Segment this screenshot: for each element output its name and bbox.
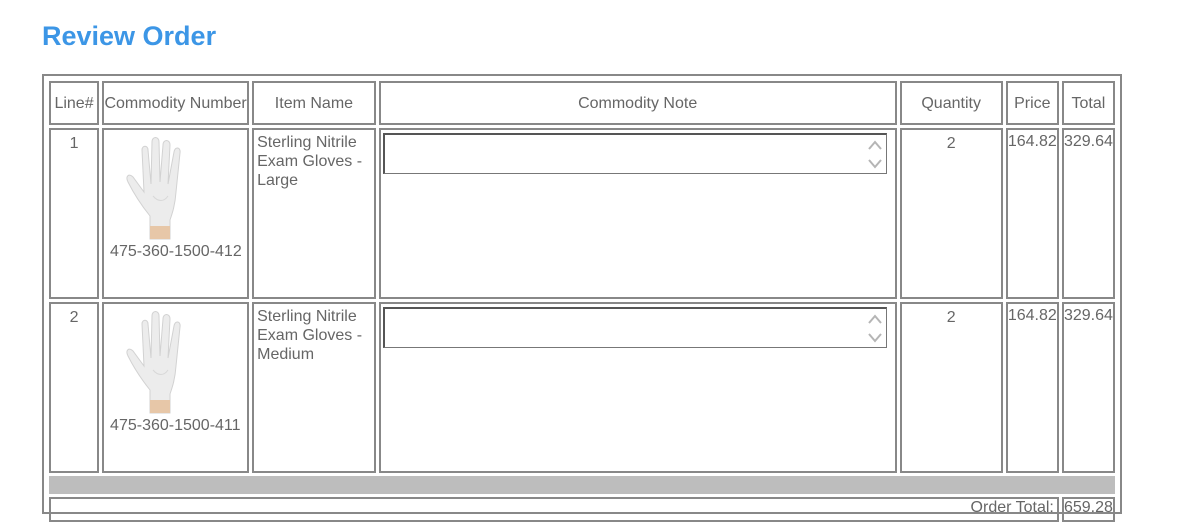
line-total: 329.64 [1061, 128, 1115, 299]
quantity: 2 [899, 128, 1003, 299]
line-total: 329.64 [1061, 302, 1115, 473]
order-total-row: Order Total: 659.28 [49, 497, 1115, 522]
note-scroll-arrows-icon[interactable] [866, 137, 884, 172]
order-table: Line# Commodity Number Item Name Commodi… [46, 78, 1118, 525]
line-number: 1 [49, 128, 100, 299]
table-row: 1 475-360-1500-412 Sterling Nitrile Exam… [49, 128, 1115, 299]
price: 164.82 [1005, 302, 1059, 473]
commodity-number: 475-360-1500-411 [110, 417, 241, 434]
header-quantity: Quantity [899, 81, 1003, 125]
header-commodity-number: Commodity Number [102, 81, 250, 125]
item-name: Sterling Nitrile Exam Gloves - Large [252, 128, 376, 299]
divider-bar [49, 476, 1115, 494]
commodity-number: 475-360-1500-412 [110, 243, 242, 260]
nitrile-glove-image [126, 311, 181, 414]
page-title: Review Order [42, 21, 217, 51]
note-scroll-arrows-icon[interactable] [866, 311, 884, 346]
table-row: 2 475-360-1500-411 Sterling Nitrile Exam… [49, 302, 1115, 473]
header-price: Price [1005, 81, 1059, 125]
commodity-note-input[interactable] [382, 133, 887, 174]
quantity: 2 [899, 302, 1003, 473]
header-total: Total [1061, 81, 1115, 125]
commodity-note-cell [378, 128, 897, 299]
commodity-cell: 475-360-1500-412 [102, 128, 250, 299]
order-total-label: Order Total: [49, 497, 1059, 522]
header-commodity-note: Commodity Note [378, 81, 897, 125]
price: 164.82 [1005, 128, 1059, 299]
table-divider-row [49, 476, 1115, 494]
commodity-note-input[interactable] [382, 307, 887, 348]
commodity-cell: 475-360-1500-411 [102, 302, 250, 473]
line-number: 2 [49, 302, 100, 473]
commodity-note-cell [378, 302, 897, 473]
order-total-value: 659.28 [1061, 497, 1115, 522]
header-item-name: Item Name [252, 81, 376, 125]
header-line: Line# [49, 81, 100, 125]
review-order-page: Review Order Line# Commodity Number Item… [0, 0, 1187, 528]
order-table-container: Line# Commodity Number Item Name Commodi… [42, 74, 1122, 522]
item-name: Sterling Nitrile Exam Gloves - Medium [252, 302, 376, 473]
nitrile-glove-image [126, 137, 181, 240]
table-header-row: Line# Commodity Number Item Name Commodi… [49, 81, 1115, 125]
